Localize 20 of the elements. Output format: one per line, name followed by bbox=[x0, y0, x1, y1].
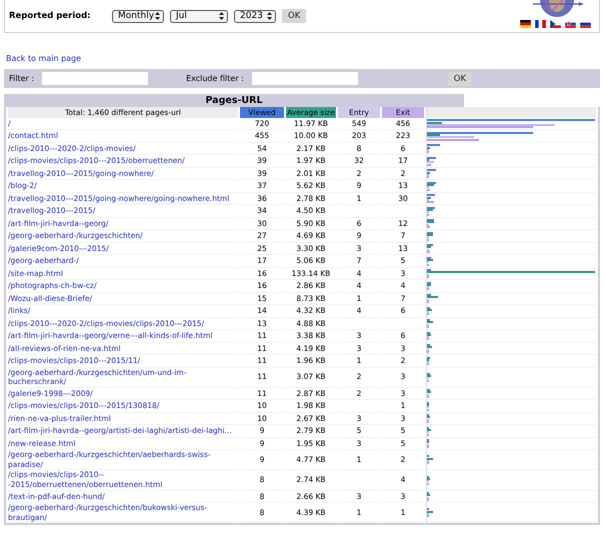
back-link[interactable]: Back to main page bbox=[6, 54, 82, 63]
filter-field[interactable] bbox=[42, 72, 148, 85]
updown-icon bbox=[219, 12, 224, 20]
ok-button[interactable]: OK bbox=[282, 9, 306, 23]
period-label: Reported period: bbox=[9, 11, 92, 21]
exclude-filter-label: Exclude filter : bbox=[186, 74, 244, 83]
flag-icon[interactable] bbox=[580, 20, 591, 28]
flag-icon[interactable] bbox=[565, 20, 576, 28]
updown-icon bbox=[267, 12, 272, 20]
flag-icon[interactable] bbox=[550, 20, 561, 28]
flag-icon[interactable] bbox=[520, 20, 531, 28]
dropdown[interactable]: 2023 bbox=[234, 10, 276, 22]
dropdown[interactable]: Monthly bbox=[112, 10, 164, 22]
ok-button[interactable]: OK bbox=[448, 72, 472, 86]
exclude-filter-field[interactable] bbox=[252, 72, 358, 85]
flag-icon[interactable] bbox=[535, 20, 546, 28]
dropdown[interactable]: Jul bbox=[170, 10, 228, 22]
updown-icon bbox=[155, 12, 160, 20]
filter-label: Filter : bbox=[9, 74, 34, 83]
table-title: Pages-URL bbox=[4, 94, 464, 107]
